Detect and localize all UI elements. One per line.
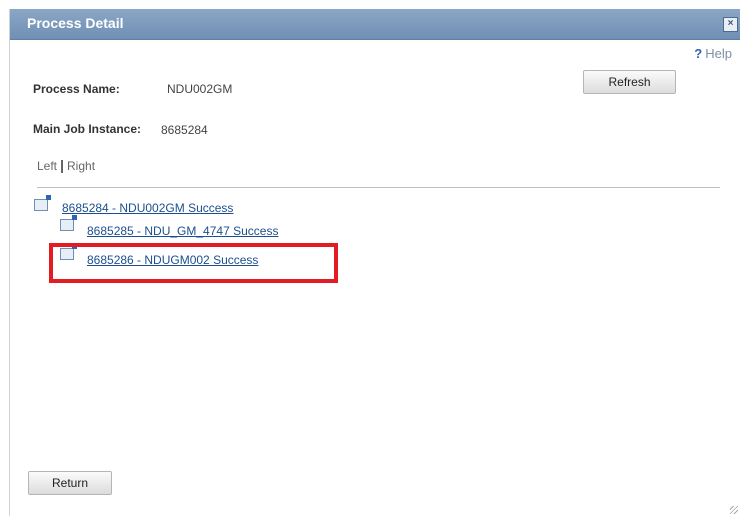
return-button[interactable]: Return (28, 471, 112, 495)
help-link[interactable]: ? Help (694, 46, 732, 61)
close-icon[interactable]: × (723, 17, 738, 32)
left-view-link[interactable]: Left (37, 159, 57, 173)
process-name-value: NDU002GM (167, 82, 233, 96)
highlight-box (49, 243, 338, 283)
window-title: Process Detail (27, 15, 124, 31)
tree-node-root[interactable]: 8685284 - NDU002GM Success (62, 201, 233, 215)
right-view-link[interactable]: Right (67, 159, 95, 173)
help-icon: ? (694, 46, 703, 61)
title-bar[interactable]: Process Detail × (10, 9, 740, 40)
job-icon (60, 215, 77, 231)
help-label: Help (705, 46, 732, 61)
tree-node-child[interactable]: 8685285 - NDU_GM_4747 Success (87, 224, 278, 238)
tree-node-root-link[interactable]: 8685284 - NDU002GM Success (62, 201, 233, 215)
main-job-instance-label: Main Job Instance: (33, 122, 142, 136)
view-separator (61, 160, 64, 174)
process-detail-dialog: Process Detail × ? Help Process Name: NDU… (9, 9, 740, 516)
divider (37, 187, 720, 188)
refresh-button[interactable]: Refresh (583, 70, 676, 94)
main-job-instance-value: 8685284 (161, 123, 208, 137)
process-name-label: Process Name: (33, 82, 120, 96)
view-toggle: Left Right (37, 159, 95, 174)
resize-grip-icon[interactable] (730, 506, 738, 514)
tree-node-child-link[interactable]: 8685285 - NDU_GM_4747 Success (87, 224, 278, 238)
job-tree-icon (34, 195, 51, 211)
